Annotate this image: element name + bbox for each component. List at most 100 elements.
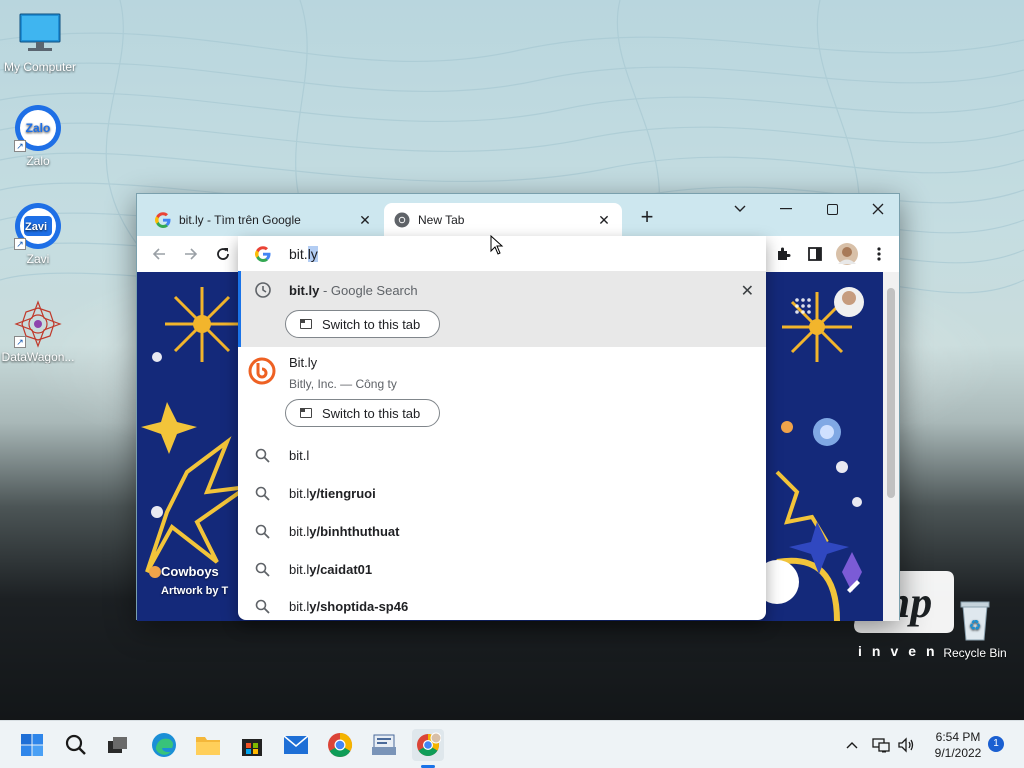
chrome-profile-taskbar-button[interactable] [412, 729, 444, 761]
desktop-icon-datawagon[interactable]: ↗ DataWagon... [0, 300, 78, 364]
edge-icon [152, 733, 176, 757]
tab-icon [300, 319, 312, 329]
suggestion-query-prefix: bit.l [289, 524, 310, 539]
suggestion-title: Bit.ly [289, 355, 318, 370]
remove-suggestion-icon[interactable]: ✕ [741, 281, 754, 301]
switch-to-tab-button[interactable]: Switch to this tab [285, 310, 440, 338]
task-view-icon [108, 737, 127, 753]
extensions-button[interactable] [771, 242, 795, 266]
reload-button[interactable] [211, 242, 235, 266]
suggestion-search[interactable]: bit.ly/caidat01 [238, 550, 766, 588]
desktop-icon-my-computer[interactable]: My Computer [0, 10, 80, 74]
notification-badge[interactable]: 1 [988, 736, 1004, 752]
profile-button[interactable] [835, 242, 859, 266]
shortcut-arrow-icon: ↗ [14, 336, 26, 348]
tab-strip: bit.ly - Tìm trên Google ✕ New Tab ✕ + [137, 194, 899, 236]
side-panel-button[interactable] [803, 242, 827, 266]
doodle-caption-credit: Artwork by T [161, 585, 229, 597]
suggestion-query-suffix: y/tiengruoi [309, 486, 376, 501]
maximize-button[interactable] [809, 194, 855, 224]
search-icon [255, 562, 270, 577]
desktop-icon-recycle-bin[interactable]: ♻ Recycle Bin [935, 596, 1015, 660]
desktop-icon-zalo[interactable]: Zalo ↗ Zalo [0, 104, 78, 168]
suggestion-subtitle: Bitly, Inc. — Công ty [289, 377, 397, 391]
document-scanner-icon [372, 734, 396, 755]
desktop-icon-label: DataWagon... [1, 350, 75, 364]
app-taskbar-button[interactable] [368, 729, 400, 761]
network-button[interactable] [872, 721, 892, 768]
mouse-cursor-icon [490, 235, 504, 255]
tab-title: New Tab [418, 212, 465, 227]
desktop-icon-zavi[interactable]: Zavi ↗ Zavi [0, 202, 78, 266]
task-view-button[interactable] [102, 729, 134, 761]
svg-text:Zalo: Zalo [26, 121, 51, 135]
file-explorer-button[interactable] [192, 729, 224, 761]
omnibox-popup: bit. ly bit.ly - Google Search ✕ Switch t… [238, 236, 766, 620]
tab-google-search[interactable]: bit.ly - Tìm trên Google ✕ [145, 203, 383, 236]
clock-time: 6:54 PM [935, 730, 981, 744]
switch-to-tab-button[interactable]: Switch to this tab [285, 399, 440, 427]
store-button[interactable] [236, 729, 268, 761]
reload-icon [217, 248, 229, 260]
edge-taskbar-button[interactable] [148, 729, 180, 761]
forward-button[interactable] [179, 242, 203, 266]
tab-search-button[interactable] [717, 194, 763, 224]
scrollbar-thumb[interactable] [887, 288, 895, 498]
close-window-button[interactable] [855, 194, 901, 224]
search-icon [255, 524, 270, 539]
tab-close-icon[interactable]: ✕ [357, 212, 373, 228]
volume-button[interactable] [898, 721, 918, 768]
switch-tab-label: Switch to this tab [322, 316, 421, 332]
omnibox-typed-text: bit. [289, 245, 308, 262]
suggestion-query-prefix: bit.l [289, 599, 310, 614]
suggestion-bitly-site[interactable]: Bit.ly Bitly, Inc. — Công ty Switch to t… [238, 347, 766, 433]
chrome-taskbar-button[interactable] [324, 729, 356, 761]
taskbar: 6:54 PM 9/1/2022 [0, 720, 1024, 768]
desktop-icon-label: Zalo [26, 154, 50, 168]
maximize-icon [826, 203, 838, 215]
back-button[interactable] [147, 242, 171, 266]
mail-button[interactable] [280, 729, 312, 761]
back-arrow-icon [152, 248, 165, 260]
suggestion-history[interactable]: bit.ly - Google Search ✕ Switch to this … [238, 271, 766, 347]
tab-new-tab[interactable]: New Tab ✕ [384, 203, 622, 236]
chevron-down-icon [734, 205, 746, 212]
suggestion-query-prefix: bit.l [289, 562, 310, 577]
suggestion-query-prefix: bit.l [289, 448, 310, 463]
side-panel-icon [808, 247, 822, 261]
search-icon [65, 734, 86, 755]
google-g-icon [155, 211, 171, 228]
zavi-icon: Zavi ↗ [14, 202, 62, 250]
clock[interactable]: 6:54 PM 9/1/2022 [924, 729, 992, 761]
minimize-button[interactable] [763, 194, 809, 224]
start-button[interactable] [16, 729, 48, 761]
suggestion-search[interactable]: bit.ly/binhthuthuat [238, 512, 766, 550]
suggestion-main-text: bit.ly [289, 283, 320, 298]
new-tab-button[interactable]: + [635, 206, 659, 230]
suggestion-search[interactable]: bit.ly/shoptida-sp46 [238, 588, 766, 620]
shortcut-arrow-icon: ↗ [14, 140, 26, 152]
chrome-icon [328, 733, 353, 758]
store-icon [242, 739, 262, 756]
monitor-icon [16, 10, 64, 58]
suggestion-query-suffix: y/binhthuthuat [309, 524, 400, 539]
scrollbar[interactable] [883, 272, 899, 621]
search-button[interactable] [60, 729, 92, 761]
suggestion-search[interactable]: bit.ly/tiengruoi [238, 474, 766, 512]
chevron-up-icon [846, 742, 858, 749]
search-icon [255, 486, 270, 501]
tab-icon [300, 408, 312, 418]
mail-icon [283, 735, 309, 754]
search-icon [255, 599, 270, 614]
forward-arrow-icon [185, 248, 198, 260]
chrome-icon [394, 212, 410, 227]
bitly-logo-icon [248, 357, 276, 385]
suggestion-query-suffix: y/shoptida-sp46 [309, 599, 409, 614]
suggestion-search[interactable]: bit.l [238, 436, 766, 474]
chrome-icon [417, 732, 441, 756]
tab-close-icon[interactable]: ✕ [596, 212, 612, 228]
avatar [836, 243, 858, 265]
show-hidden-icons-button[interactable] [846, 721, 862, 768]
menu-button[interactable] [867, 242, 891, 266]
tab-title: bit.ly - Tìm trên Google [179, 212, 301, 227]
